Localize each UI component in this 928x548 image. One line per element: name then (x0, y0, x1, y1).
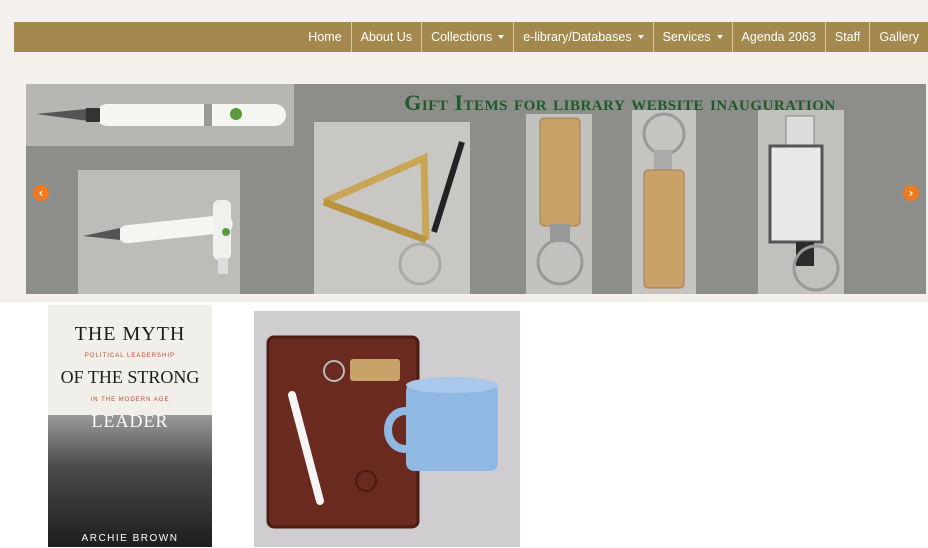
caret-down-icon (716, 35, 723, 39)
book-cover-photo (48, 415, 212, 547)
book-author: ARCHIE BROWN (81, 533, 179, 544)
pen-photo-open (78, 170, 240, 294)
book-subtitle-line-2: IN THE MODERN AGE (90, 397, 170, 403)
usb-pen-open-image (83, 200, 233, 274)
image-slider: Gift Items for library website inaugurat… (26, 84, 926, 294)
nav-about-us[interactable]: About Us (350, 22, 421, 52)
usb-drive-open-image (768, 115, 840, 292)
nav-services-label: Services (662, 30, 711, 44)
usb-photo (758, 110, 844, 294)
keychain-photo-1 (526, 114, 592, 294)
nav-home-label: Home (308, 30, 342, 44)
leather-usb-image-2 (642, 112, 686, 289)
caret-down-icon (637, 35, 644, 39)
keychain-photo-2 (632, 110, 696, 294)
book-title-line-1: THE MYTH (74, 323, 186, 345)
book-subtitle-line-1: POLITICAL LEADERSHIP (84, 353, 176, 359)
nav-agenda-2063-label: Agenda 2063 (741, 30, 816, 44)
nav-gallery[interactable]: Gallery (869, 22, 928, 52)
book-cover-image: THE MYTH POLITICAL LEADERSHIP OF THE STR… (48, 305, 212, 547)
nav-agenda-2063[interactable]: Agenda 2063 (731, 22, 825, 52)
pen-stand-photo (314, 122, 470, 294)
nav-home[interactable]: Home (299, 22, 350, 52)
leather-usb-image (536, 117, 584, 286)
nav-staff[interactable]: Staff (824, 22, 869, 52)
chevron-right-icon: › (908, 186, 914, 200)
gift-items-image (266, 335, 498, 529)
chevron-left-icon: ‹ (38, 186, 44, 200)
pen-photo-top (26, 84, 294, 146)
pen-stand-image (322, 141, 465, 286)
nav-e-library-label: e-library/Databases (523, 30, 632, 44)
main-navbar: Home About Us Collections e-library/Data… (14, 22, 928, 52)
nav-staff-label: Staff (834, 30, 861, 44)
usb-pen-image (36, 104, 286, 126)
gift-items-photo (254, 311, 520, 547)
slide-title: Gift Items for library website inaugurat… (404, 90, 836, 115)
nav-e-library[interactable]: e-library/Databases (513, 22, 652, 52)
caret-down-icon (498, 35, 505, 39)
nav-about-us-label: About Us (360, 30, 413, 44)
slider-prev-button[interactable]: ‹ (33, 185, 49, 201)
page: Home About Us Collections e-library/Data… (0, 0, 928, 548)
nav-collections[interactable]: Collections (421, 22, 513, 52)
nav-collections-label: Collections (431, 30, 493, 44)
book-title-line-2: OF THE STRONG (60, 367, 200, 387)
nav-gallery-label: Gallery (879, 30, 919, 44)
slider-next-button[interactable]: › (903, 185, 919, 201)
book-title-line-3: LEADER (91, 411, 169, 431)
nav-services[interactable]: Services (652, 22, 732, 52)
